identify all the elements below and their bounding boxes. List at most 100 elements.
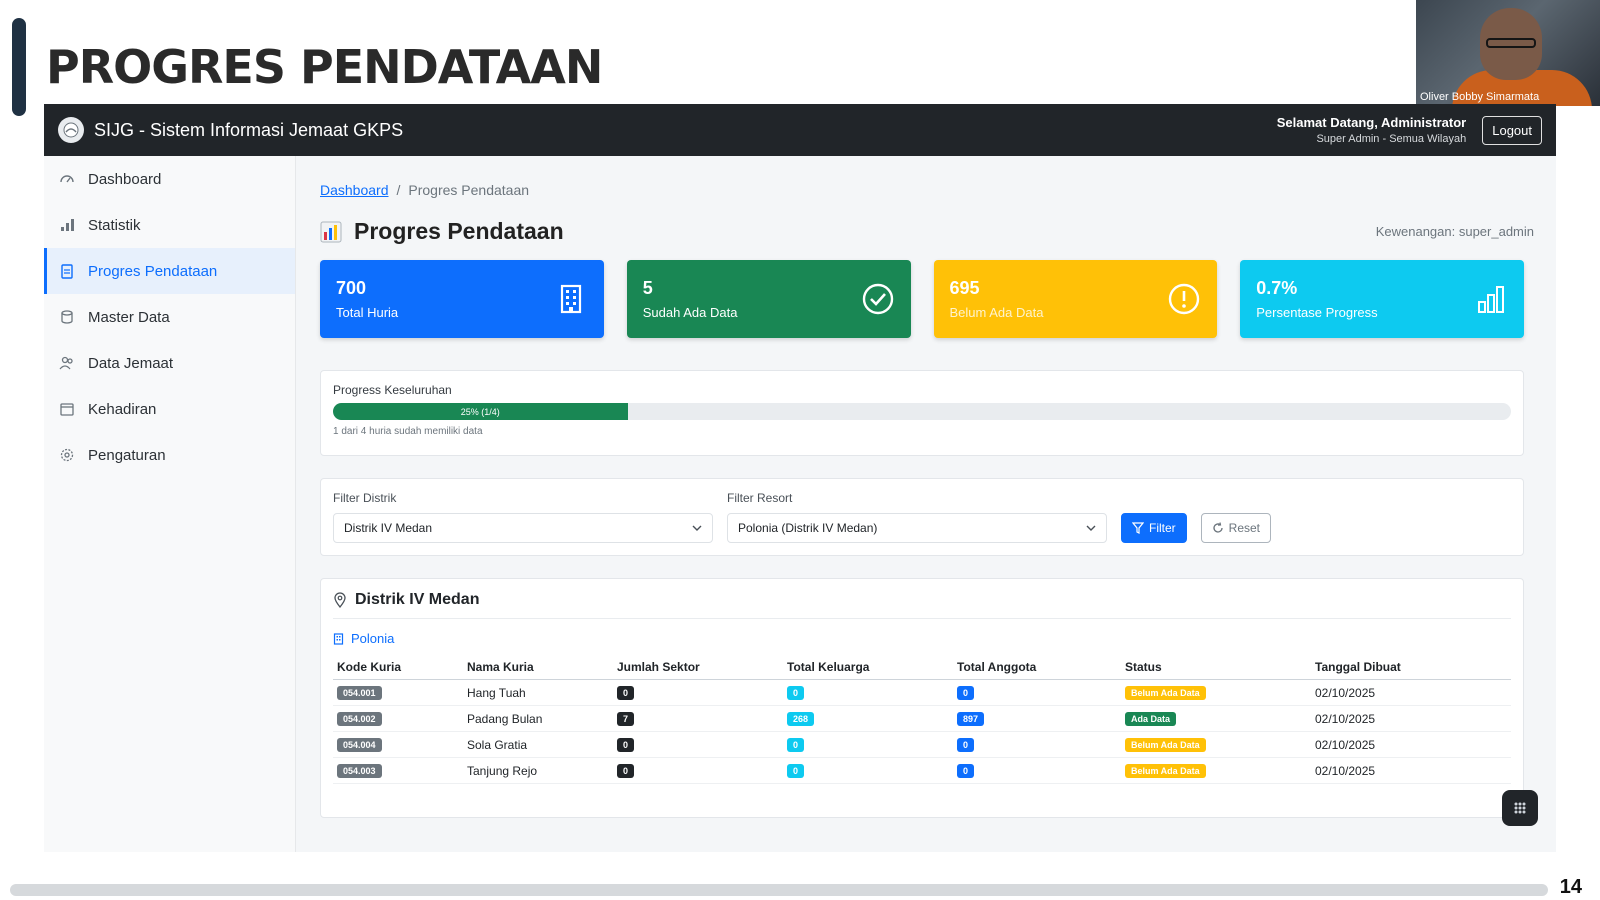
stat-label: Belum Ada Data	[949, 305, 1044, 320]
breadcrumb: Dashboard / Progres Pendataan	[320, 182, 529, 198]
filter-row: Filter Distrik Distrik IV Medan Filter R…	[333, 491, 1511, 543]
stat-value: 0.7%	[1256, 278, 1298, 298]
stat-card-sudah-ada-data: 5 Sudah Ada Data	[626, 260, 911, 338]
building-icon	[333, 632, 344, 645]
sektor-badge: 0	[617, 738, 635, 752]
breadcrumb-home-link[interactable]: Dashboard	[320, 182, 389, 198]
status-badge: Belum Ada Data	[1125, 738, 1206, 752]
filter-resort-group: Filter Resort Polonia (Distrik IV Medan)	[727, 491, 1107, 543]
sidebar-item-label: Kehadiran	[88, 400, 157, 418]
stat-value: 5	[642, 278, 653, 298]
status-badge: Ada Data	[1125, 712, 1177, 726]
table-row[interactable]: 054.003 Tanjung Rejo 0 0 0 Belum Ada Dat…	[333, 757, 1511, 784]
breadcrumb-separator: /	[396, 182, 401, 198]
stat-label: Sudah Ada Data	[642, 305, 738, 320]
funnel-icon	[1132, 522, 1144, 534]
district-name: Distrik IV Medan	[355, 591, 480, 608]
tanggal-cell: 02/10/2025	[1311, 757, 1511, 784]
chevron-down-icon	[692, 525, 702, 531]
sidebar-item-label: Dashboard	[88, 170, 162, 188]
sidebar-item-statistik[interactable]: Statistik	[44, 202, 295, 248]
stat-card-belum-ada-data: 695 Belum Ada Data	[933, 260, 1218, 338]
kode-badge: 054.001	[337, 686, 382, 700]
kuria-table: Kode Kuria Nama Kuria Jumlah Sektor Tota…	[333, 655, 1511, 784]
kode-badge: 054.004	[337, 738, 382, 752]
bar-chart-icon	[58, 216, 76, 234]
nama-cell: Tanjung Rejo	[463, 757, 613, 784]
nama-cell: Padang Bulan	[463, 705, 613, 732]
column-header[interactable]: Kode Kuria	[333, 655, 463, 680]
refresh-icon	[1213, 522, 1223, 533]
filter-distrik-value: Distrik IV Medan	[344, 521, 433, 535]
people-icon	[58, 354, 76, 372]
sidebar-item-data-jemaat[interactable]: Data Jemaat	[44, 340, 295, 386]
stat-label: Persentase Progress	[1256, 305, 1378, 320]
reset-button[interactable]: Reset	[1200, 513, 1272, 543]
column-header[interactable]: Tanggal Dibuat	[1311, 655, 1511, 680]
kuria-table-panel: Distrik IV Medan Polonia Kode Kuria Nama…	[320, 578, 1524, 818]
logout-button[interactable]: Logout	[1482, 115, 1542, 145]
chart-icon	[320, 221, 342, 243]
sidebar-item-pengaturan[interactable]: Pengaturan	[44, 432, 295, 478]
kode-badge: 054.003	[337, 764, 382, 778]
filter-distrik-select[interactable]: Distrik IV Medan	[333, 513, 713, 543]
anggota-badge: 0	[957, 686, 975, 700]
gear-icon	[58, 446, 76, 464]
participant-glasses	[1486, 38, 1536, 48]
keluarga-badge: 268	[787, 712, 815, 726]
slide-title: PROGRES PENDATAAN	[46, 40, 603, 94]
tanggal-cell: 02/10/2025	[1311, 705, 1511, 732]
tanggal-cell: 02/10/2025	[1311, 731, 1511, 758]
resort-name: Polonia	[351, 631, 395, 646]
participant-name: Oliver Bobby Simarmata	[1420, 91, 1540, 103]
filter-distrik-group: Filter Distrik Distrik IV Medan	[333, 491, 713, 543]
filter-resort-select[interactable]: Polonia (Distrik IV Medan)	[727, 513, 1107, 543]
keluarga-badge: 0	[787, 686, 805, 700]
sidebar-item-kehadiran[interactable]: Kehadiran	[44, 386, 295, 432]
nama-cell: Sola Gratia	[463, 731, 613, 758]
column-header[interactable]: Nama Kuria	[463, 655, 613, 680]
map-pin-icon	[334, 592, 346, 608]
sektor-badge: 0	[617, 764, 635, 778]
slide-accent-bar	[12, 18, 26, 116]
table-row[interactable]: 054.004 Sola Gratia 0 0 0 Belum Ada Data…	[333, 731, 1511, 758]
sidebar-item-master-data[interactable]: Master Data	[44, 294, 295, 340]
table-row[interactable]: 054.002 Padang Bulan 7 268 897 Ada Data …	[333, 705, 1511, 732]
sidebar: Dashboard Statistik Progres Pendataan Ma…	[44, 156, 296, 852]
column-header[interactable]: Status	[1121, 655, 1311, 680]
sidebar-item-label: Statistik	[88, 216, 141, 234]
overall-progress-panel: Progress Keseluruhan 25% (1/4) 1 dari 4 …	[320, 370, 1524, 456]
chat-widget-button[interactable]	[1502, 790, 1538, 826]
stat-card-persentase-progress: 0.7% Persentase Progress	[1240, 260, 1524, 338]
role-label: Kewenangan: super_admin	[1375, 224, 1534, 239]
table-row[interactable]: 054.001 Hang Tuah 0 0 0 Belum Ada Data 0…	[333, 679, 1511, 706]
sidebar-item-dashboard[interactable]: Dashboard	[44, 156, 295, 202]
filter-button[interactable]: Filter	[1121, 513, 1187, 543]
brand-title[interactable]: SIJG - Sistem Informasi Jemaat GKPS	[94, 120, 403, 141]
status-badge: Belum Ada Data	[1125, 686, 1206, 700]
status-badge: Belum Ada Data	[1125, 764, 1206, 778]
column-header[interactable]: Jumlah Sektor	[613, 655, 783, 680]
table-header-row: Kode Kuria Nama Kuria Jumlah Sektor Tota…	[333, 655, 1511, 680]
tanggal-cell: 02/10/2025	[1311, 679, 1511, 706]
nav-right: Selamat Datang, Administrator Super Admi…	[1277, 115, 1542, 145]
presentation-scrollbar[interactable]	[10, 884, 1548, 896]
filter-button-label: Filter	[1149, 521, 1176, 535]
anggota-badge: 897	[957, 712, 985, 726]
database-icon	[58, 308, 76, 326]
sektor-badge: 7	[617, 712, 635, 726]
slide-page-number: 14	[1559, 876, 1582, 898]
video-thumbnail[interactable]: Oliver Bobby Simarmata	[1416, 0, 1600, 106]
resort-header: Polonia	[333, 631, 1511, 646]
page-header: Progres Pendataan	[320, 218, 564, 245]
bar-chart-icon	[1474, 282, 1508, 316]
sidebar-item-progres-pendataan[interactable]: Progres Pendataan	[44, 248, 295, 294]
reset-button-label: Reset	[1228, 521, 1261, 535]
stat-label: Total Huria	[336, 305, 399, 320]
column-header[interactable]: Total Anggota	[953, 655, 1121, 680]
kode-badge: 054.002	[337, 712, 382, 726]
sidebar-item-label: Data Jemaat	[88, 354, 174, 372]
progress-bar-fill: 25% (1/4)	[333, 403, 628, 420]
chevron-down-icon	[1086, 525, 1096, 531]
column-header[interactable]: Total Keluarga	[783, 655, 953, 680]
